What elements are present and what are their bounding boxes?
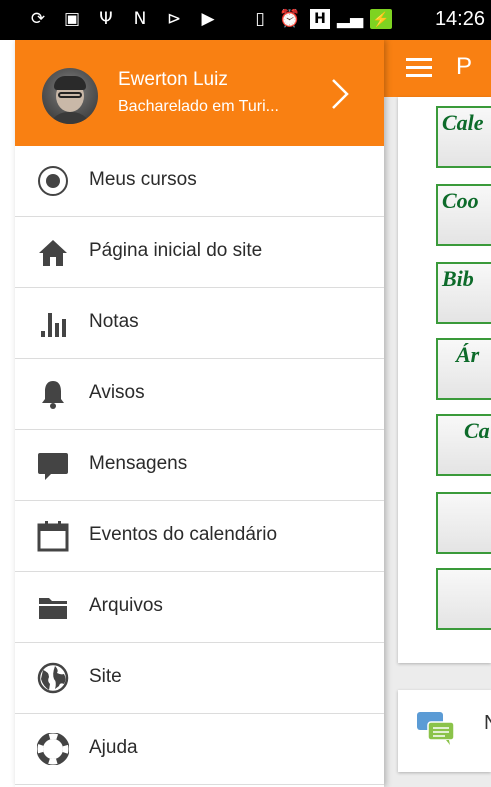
chat-bubbles-icon: [417, 712, 455, 745]
menu-item-notas[interactable]: Notas: [15, 288, 384, 359]
drawer-header[interactable]: Ewerton Luiz Bacharelado em Turi...: [15, 40, 384, 146]
send-icon: ⊳: [166, 9, 182, 29]
menu-item-eventos-calendario[interactable]: Eventos do calendário: [15, 501, 384, 572]
bell-icon: [42, 381, 64, 409]
menu-item-label: Site: [89, 666, 122, 687]
image-icon: ▣: [63, 9, 81, 29]
menu-item-mensagens[interactable]: Mensagens: [15, 430, 384, 501]
avatar: [42, 68, 98, 124]
battery-charging-icon: ⚡: [370, 9, 392, 29]
status-time: 14:26: [434, 8, 485, 30]
home-icon: [39, 240, 67, 266]
menu-item-label: Arquivos: [89, 595, 163, 616]
menu-item-label: Eventos do calendário: [89, 524, 278, 545]
menu-item-label: Página inicial do site: [89, 240, 263, 261]
menu-item-avisos[interactable]: Avisos: [15, 359, 384, 430]
course-tile[interactable]: [436, 492, 491, 554]
menu-item-label: Ajuda: [89, 737, 138, 758]
vibrate-icon: ▯: [255, 9, 265, 29]
play-icon: ▶: [201, 9, 215, 29]
chat-bubble-icon: [38, 453, 68, 480]
course-tile[interactable]: Bib: [436, 262, 491, 324]
menu-item-meus-cursos[interactable]: Meus cursos: [15, 146, 384, 217]
calendar-icon: [37, 521, 69, 552]
target-icon: [38, 166, 68, 196]
menu-item-ajuda[interactable]: Ajuda: [15, 714, 384, 785]
course-tile[interactable]: [436, 568, 491, 630]
folder-icon: [39, 598, 67, 619]
h-network-icon: H: [310, 9, 330, 29]
n-icon: N: [133, 9, 147, 29]
globe-icon: [37, 662, 69, 694]
menu-item-site[interactable]: Site: [15, 643, 384, 714]
course-tile[interactable]: Coo: [436, 184, 491, 246]
course-tile[interactable]: Cale: [436, 106, 491, 168]
lifebuoy-icon: [37, 733, 69, 765]
status-left-icons: ⟳ ▣ Ψ N ⊳ ▶: [28, 9, 218, 29]
menu-icon[interactable]: [406, 58, 432, 78]
usb-icon: Ψ: [99, 9, 113, 29]
app-bar-title: P: [456, 53, 473, 80]
drawer-menu: Meus cursos Página inicial do site Notas…: [15, 146, 384, 785]
menu-item-label: Meus cursos: [89, 169, 197, 190]
sync-icon: ⟳: [30, 9, 46, 29]
status-right-icons: ▯ ⏰ H ▂▄ ⚡: [250, 9, 392, 29]
app-bar: P: [384, 40, 491, 97]
alarm-icon: ⏰: [279, 9, 301, 29]
menu-item-arquivos[interactable]: Arquivos: [15, 572, 384, 643]
signal-icon: ▂▄: [336, 9, 364, 29]
chevron-right-icon[interactable]: [331, 78, 349, 110]
menu-item-label: Mensagens: [89, 453, 188, 474]
course-tile[interactable]: Ár: [436, 338, 491, 400]
navigation-drawer: Ewerton Luiz Bacharelado em Turi... Meus…: [15, 40, 384, 787]
course-tile[interactable]: Ca: [436, 414, 491, 476]
menu-item-label: Avisos: [89, 382, 145, 403]
status-bar: ⟳ ▣ Ψ N ⊳ ▶ ▯ ⏰ H ▂▄ ⚡ 14:26: [0, 0, 491, 40]
menu-item-pagina-inicial[interactable]: Página inicial do site: [15, 217, 384, 288]
menu-item-label: Notas: [89, 311, 139, 332]
messages-card-title: N: [484, 712, 491, 735]
messages-card[interactable]: N: [398, 690, 491, 772]
user-course: Bacharelado em Turi...: [118, 98, 279, 115]
bar-chart-icon: [41, 313, 66, 337]
user-name: Ewerton Luiz: [118, 69, 228, 90]
